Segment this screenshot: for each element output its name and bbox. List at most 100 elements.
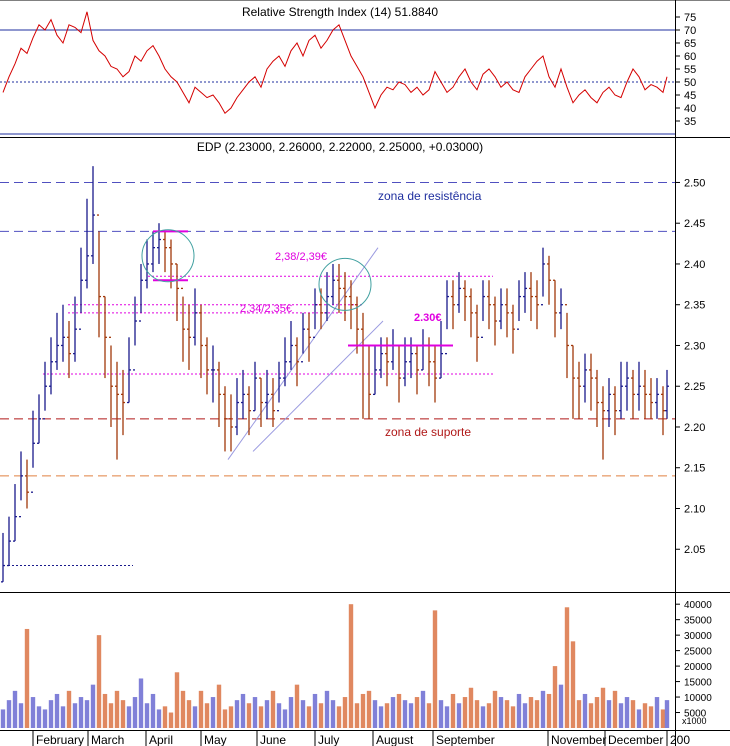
volume-bar bbox=[84, 700, 90, 728]
volume-bar bbox=[192, 706, 198, 728]
stock-chart: 354045505560657075 2.05 2.10 2.15 2.20 2.25 2… bbox=[0, 0, 730, 746]
volume-bar bbox=[630, 700, 636, 728]
volume-bar bbox=[480, 706, 486, 728]
volume-bar bbox=[60, 706, 66, 728]
volume-bar bbox=[42, 709, 48, 728]
volume-bar bbox=[162, 706, 168, 728]
volume-bar bbox=[600, 687, 606, 728]
volume-bar bbox=[552, 666, 558, 728]
price-tick-label: 2.20 bbox=[684, 422, 705, 434]
price-tick-label: 2.35 bbox=[684, 300, 705, 312]
price-title: EDP (2.23000, 2.26000, 2.22000, 2.25000,… bbox=[197, 140, 483, 154]
rsi-tick-label: 60 bbox=[684, 51, 696, 63]
volume-bar bbox=[498, 697, 504, 728]
price-tick-label: 2.40 bbox=[684, 259, 705, 271]
volume-bar bbox=[516, 693, 522, 728]
volume-bar bbox=[180, 690, 186, 728]
volume-bar bbox=[342, 697, 348, 728]
volume-bar bbox=[402, 700, 408, 728]
volume-bar bbox=[540, 690, 546, 728]
volume-bar bbox=[648, 706, 654, 728]
volume-bar bbox=[120, 700, 126, 728]
volume-unit-label: x1000 bbox=[682, 716, 707, 726]
volume-bar bbox=[450, 693, 456, 728]
volume-bar bbox=[204, 703, 210, 728]
rsi-tick-label: 40 bbox=[684, 103, 696, 115]
volume-bar bbox=[18, 703, 24, 728]
rsi-tick-label: 70 bbox=[684, 25, 696, 37]
volume-bar bbox=[534, 700, 540, 728]
volume-bar bbox=[6, 700, 12, 728]
volume-bar bbox=[330, 700, 336, 728]
volume-bar bbox=[168, 712, 174, 728]
volume-bar bbox=[624, 697, 630, 728]
volume-bar bbox=[456, 703, 462, 728]
volume-bar bbox=[468, 687, 474, 728]
annotation-2-30: 2.30€ bbox=[414, 312, 442, 324]
volume-bar bbox=[664, 700, 670, 728]
volume-bar bbox=[348, 604, 354, 728]
x-tick-label: July bbox=[318, 733, 339, 746]
volume-bar bbox=[360, 693, 366, 728]
resistance-zone-label: zona de resistência bbox=[378, 189, 482, 203]
volume-bar bbox=[642, 703, 648, 728]
x-tick-label: June bbox=[260, 733, 286, 746]
volume-bar bbox=[66, 690, 72, 728]
volume-bar bbox=[270, 690, 276, 728]
volume-bar bbox=[474, 700, 480, 728]
volume-bar bbox=[114, 690, 120, 728]
volume-bar bbox=[138, 678, 144, 728]
volume-bar bbox=[0, 709, 6, 728]
volume-bar bbox=[48, 700, 54, 728]
volume-bar bbox=[78, 697, 84, 728]
x-tick-label: February bbox=[36, 733, 84, 746]
volume-bar bbox=[390, 697, 396, 728]
volume-bar bbox=[318, 703, 324, 728]
volume-bar bbox=[240, 693, 246, 728]
rsi-tick-label: 55 bbox=[684, 64, 696, 76]
volume-bar bbox=[12, 690, 18, 728]
x-tick-label: April bbox=[149, 733, 173, 746]
support-zone-label: zona de suporte bbox=[385, 425, 471, 439]
volume-bar bbox=[564, 607, 570, 728]
volume-bar bbox=[594, 697, 600, 728]
volume-bar bbox=[486, 703, 492, 728]
volume-bar bbox=[150, 693, 156, 728]
volume-bar bbox=[660, 709, 666, 728]
volume-bar bbox=[126, 706, 132, 728]
volume-bar bbox=[378, 706, 384, 728]
volume-bar bbox=[132, 697, 138, 728]
volume-bar bbox=[654, 697, 660, 728]
volume-tick-label: 20000 bbox=[684, 662, 712, 673]
volume-bar bbox=[492, 690, 498, 728]
volume-bar bbox=[426, 703, 432, 728]
volume-bar bbox=[258, 706, 264, 728]
volume-bar bbox=[222, 709, 228, 728]
volume-bar bbox=[408, 703, 414, 728]
volume-bar bbox=[312, 693, 318, 728]
volume-bar bbox=[156, 709, 162, 728]
volume-bar bbox=[264, 700, 270, 728]
volume-tick-label: 25000 bbox=[684, 647, 712, 658]
volume-bar bbox=[420, 690, 426, 728]
x-tick-label: August bbox=[376, 733, 414, 746]
volume-tick-label: 35000 bbox=[684, 616, 712, 627]
volume-bar bbox=[372, 700, 378, 728]
volume-bar bbox=[282, 709, 288, 728]
volume-bar bbox=[324, 690, 330, 728]
price-tick-label: 2.25 bbox=[684, 381, 705, 393]
price-tick-label: 2.15 bbox=[684, 463, 705, 475]
volume-bar bbox=[108, 703, 114, 728]
volume-bar bbox=[558, 684, 564, 728]
volume-bar bbox=[276, 703, 282, 728]
volume-bar bbox=[618, 703, 624, 728]
annotation-2-38: 2,38/2,39€ bbox=[275, 251, 327, 263]
volume-bar bbox=[210, 697, 216, 728]
volume-bar bbox=[288, 697, 294, 728]
volume-bar bbox=[354, 703, 360, 728]
price-tick-label: 2.30 bbox=[684, 340, 705, 352]
volume-bar bbox=[366, 690, 372, 728]
volume-bar bbox=[546, 693, 552, 728]
volume-bar bbox=[570, 641, 576, 728]
volume-bar bbox=[252, 697, 258, 728]
